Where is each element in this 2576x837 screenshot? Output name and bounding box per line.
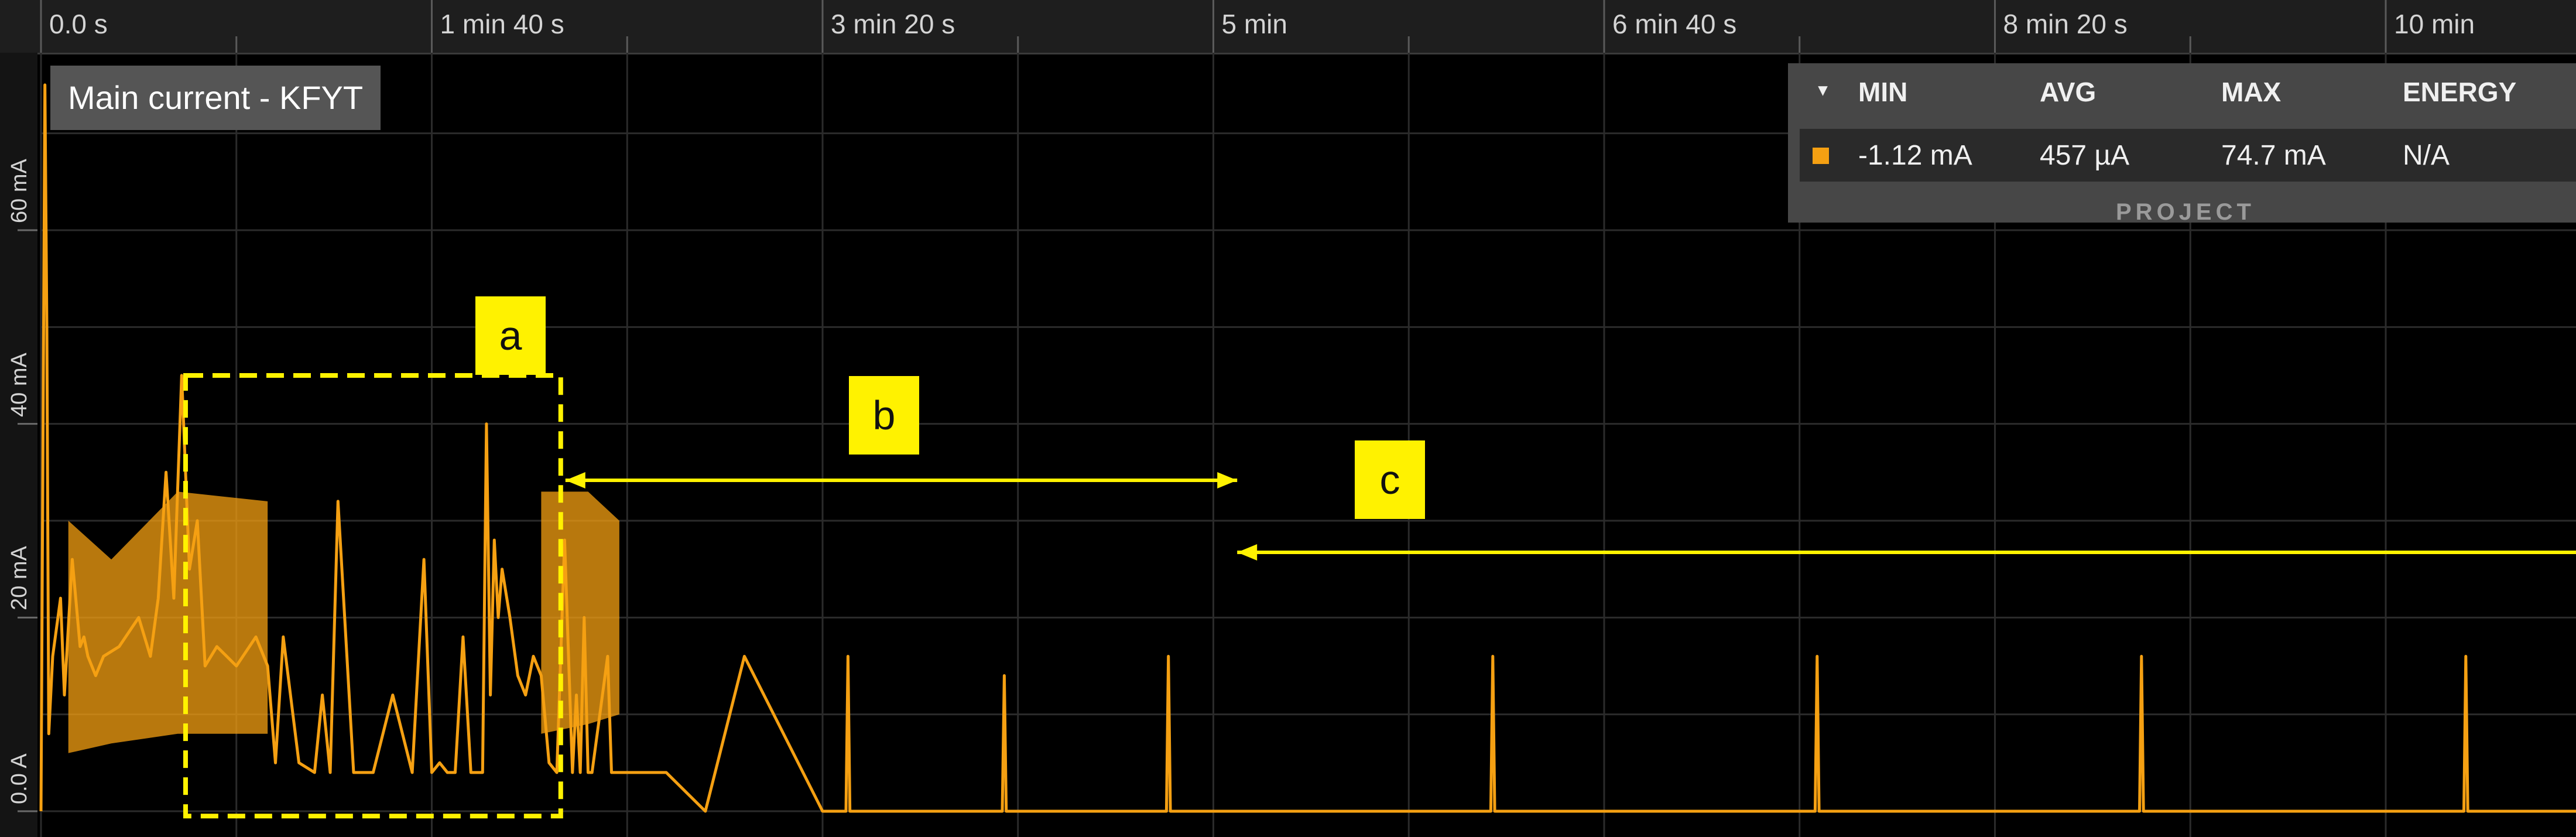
- stats-min-value: -1.12 mA: [1858, 140, 1972, 171]
- y-tick-label: 40 mA: [7, 352, 32, 417]
- x-tick-label: 10 min: [2394, 9, 2475, 39]
- stats-footer: PROJECT: [2116, 199, 2255, 225]
- x-tick-label: 0.0 s: [49, 9, 108, 39]
- stats-energy-value: N/A: [2403, 140, 2450, 171]
- y-tick-label: 60 mA: [7, 159, 32, 223]
- annotation-label-c: c: [1355, 440, 1425, 519]
- stats-avg-value: 457 µA: [2040, 140, 2130, 171]
- stats-row: -1.12 mA 457 µA 74.7 mA N/A: [1800, 129, 2576, 182]
- x-tick-label: 6 min 40 s: [1612, 9, 1737, 39]
- stats-header-max: MAX: [2221, 77, 2282, 107]
- x-tick-label: 3 min 20 s: [831, 9, 955, 39]
- annotation-label-b: b: [849, 376, 919, 455]
- y-tick-label: 0.0 A: [7, 753, 32, 804]
- chart-title: Main current - KFYT: [50, 66, 381, 130]
- stats-header-min: MIN: [1858, 77, 1908, 107]
- x-tick-label: 1 min 40 s: [440, 9, 564, 39]
- stats-max-value: 74.7 mA: [2221, 140, 2326, 171]
- x-tick-label: 8 min 20 s: [2003, 9, 2128, 39]
- stats-panel: ▾ MIN AVG MAX ENERGY -1.12 mA 457 µA 74.…: [1788, 63, 2576, 225]
- stats-header-energy: ENERGY: [2403, 77, 2517, 107]
- annotation-b-arrow-head-left: [565, 472, 585, 488]
- x-tick-label: 5 min: [1221, 9, 1287, 39]
- annotation-b-arrow-head-right: [1217, 472, 1238, 488]
- collapse-icon[interactable]: ▾: [1818, 80, 1827, 100]
- series-color-swatch: [1813, 148, 1829, 164]
- stats-header-avg: AVG: [2040, 77, 2097, 107]
- y-tick-label: 20 mA: [7, 546, 32, 611]
- annotation-label-a: a: [475, 296, 546, 375]
- annotation-c-arrow-head-left: [1237, 544, 1258, 561]
- series-envelope: [68, 491, 268, 753]
